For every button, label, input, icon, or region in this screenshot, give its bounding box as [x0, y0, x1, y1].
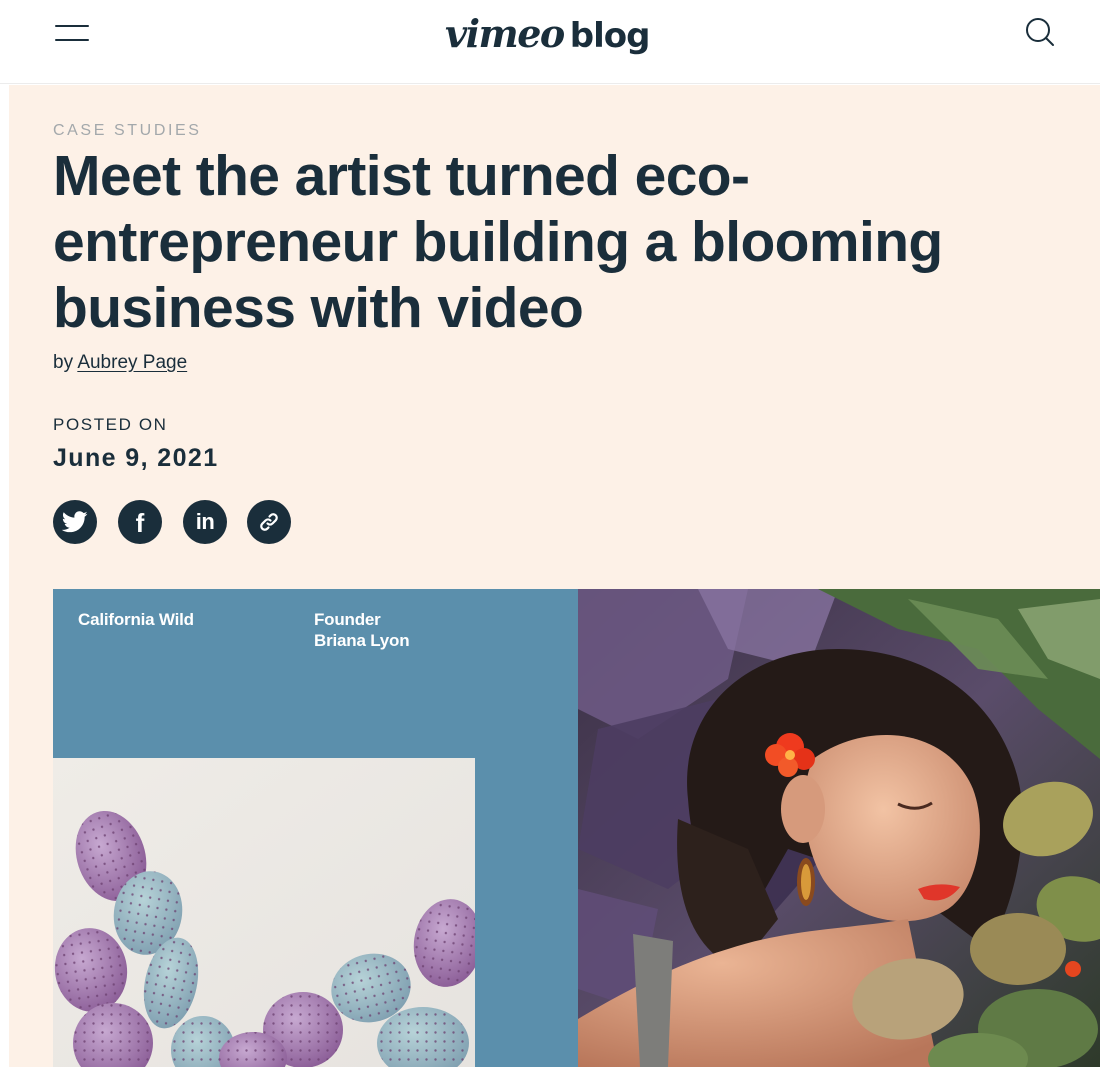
twitter-share-button[interactable]	[53, 500, 97, 544]
twitter-icon	[62, 511, 88, 533]
author-link[interactable]: Aubrey Page	[77, 352, 187, 373]
copy-link-icon	[260, 513, 278, 531]
company-name: California Wild	[78, 610, 194, 629]
site-header: vimeo blog	[0, 0, 1100, 84]
byline-prefix: by	[53, 352, 74, 373]
copy-link-button[interactable]	[247, 500, 291, 544]
posted-date: June 9, 2021	[53, 444, 219, 472]
facebook-icon: f	[135, 508, 145, 538]
logo-suffix: blog	[569, 16, 651, 56]
search-icon[interactable]	[1022, 14, 1058, 50]
vimeo-blog-logo[interactable]: vimeo blog	[445, 4, 651, 64]
facebook-share-button[interactable]: f	[118, 500, 162, 544]
logo-brand: vimeo	[445, 11, 565, 56]
article-title: Meet the artist turned eco-entrepreneur …	[53, 144, 943, 340]
hamburger-menu-icon[interactable]	[55, 22, 91, 44]
founder-name: Briana Lyon	[314, 631, 410, 650]
byline: by Aubrey Page	[53, 352, 187, 374]
founder-role: Founder	[314, 610, 381, 629]
cactus-photo	[53, 758, 475, 1067]
category-label[interactable]: CASE STUDIES	[53, 122, 202, 140]
info-panel: California Wild Founder Briana Lyon	[53, 589, 578, 1067]
posted-on-label: POSTED ON	[53, 415, 168, 434]
linkedin-icon: in	[195, 509, 215, 534]
featured-image: California Wild Founder Briana Lyon	[53, 589, 1100, 1067]
founder-portrait-photo	[578, 589, 1100, 1067]
linkedin-share-button[interactable]: in	[183, 500, 227, 544]
